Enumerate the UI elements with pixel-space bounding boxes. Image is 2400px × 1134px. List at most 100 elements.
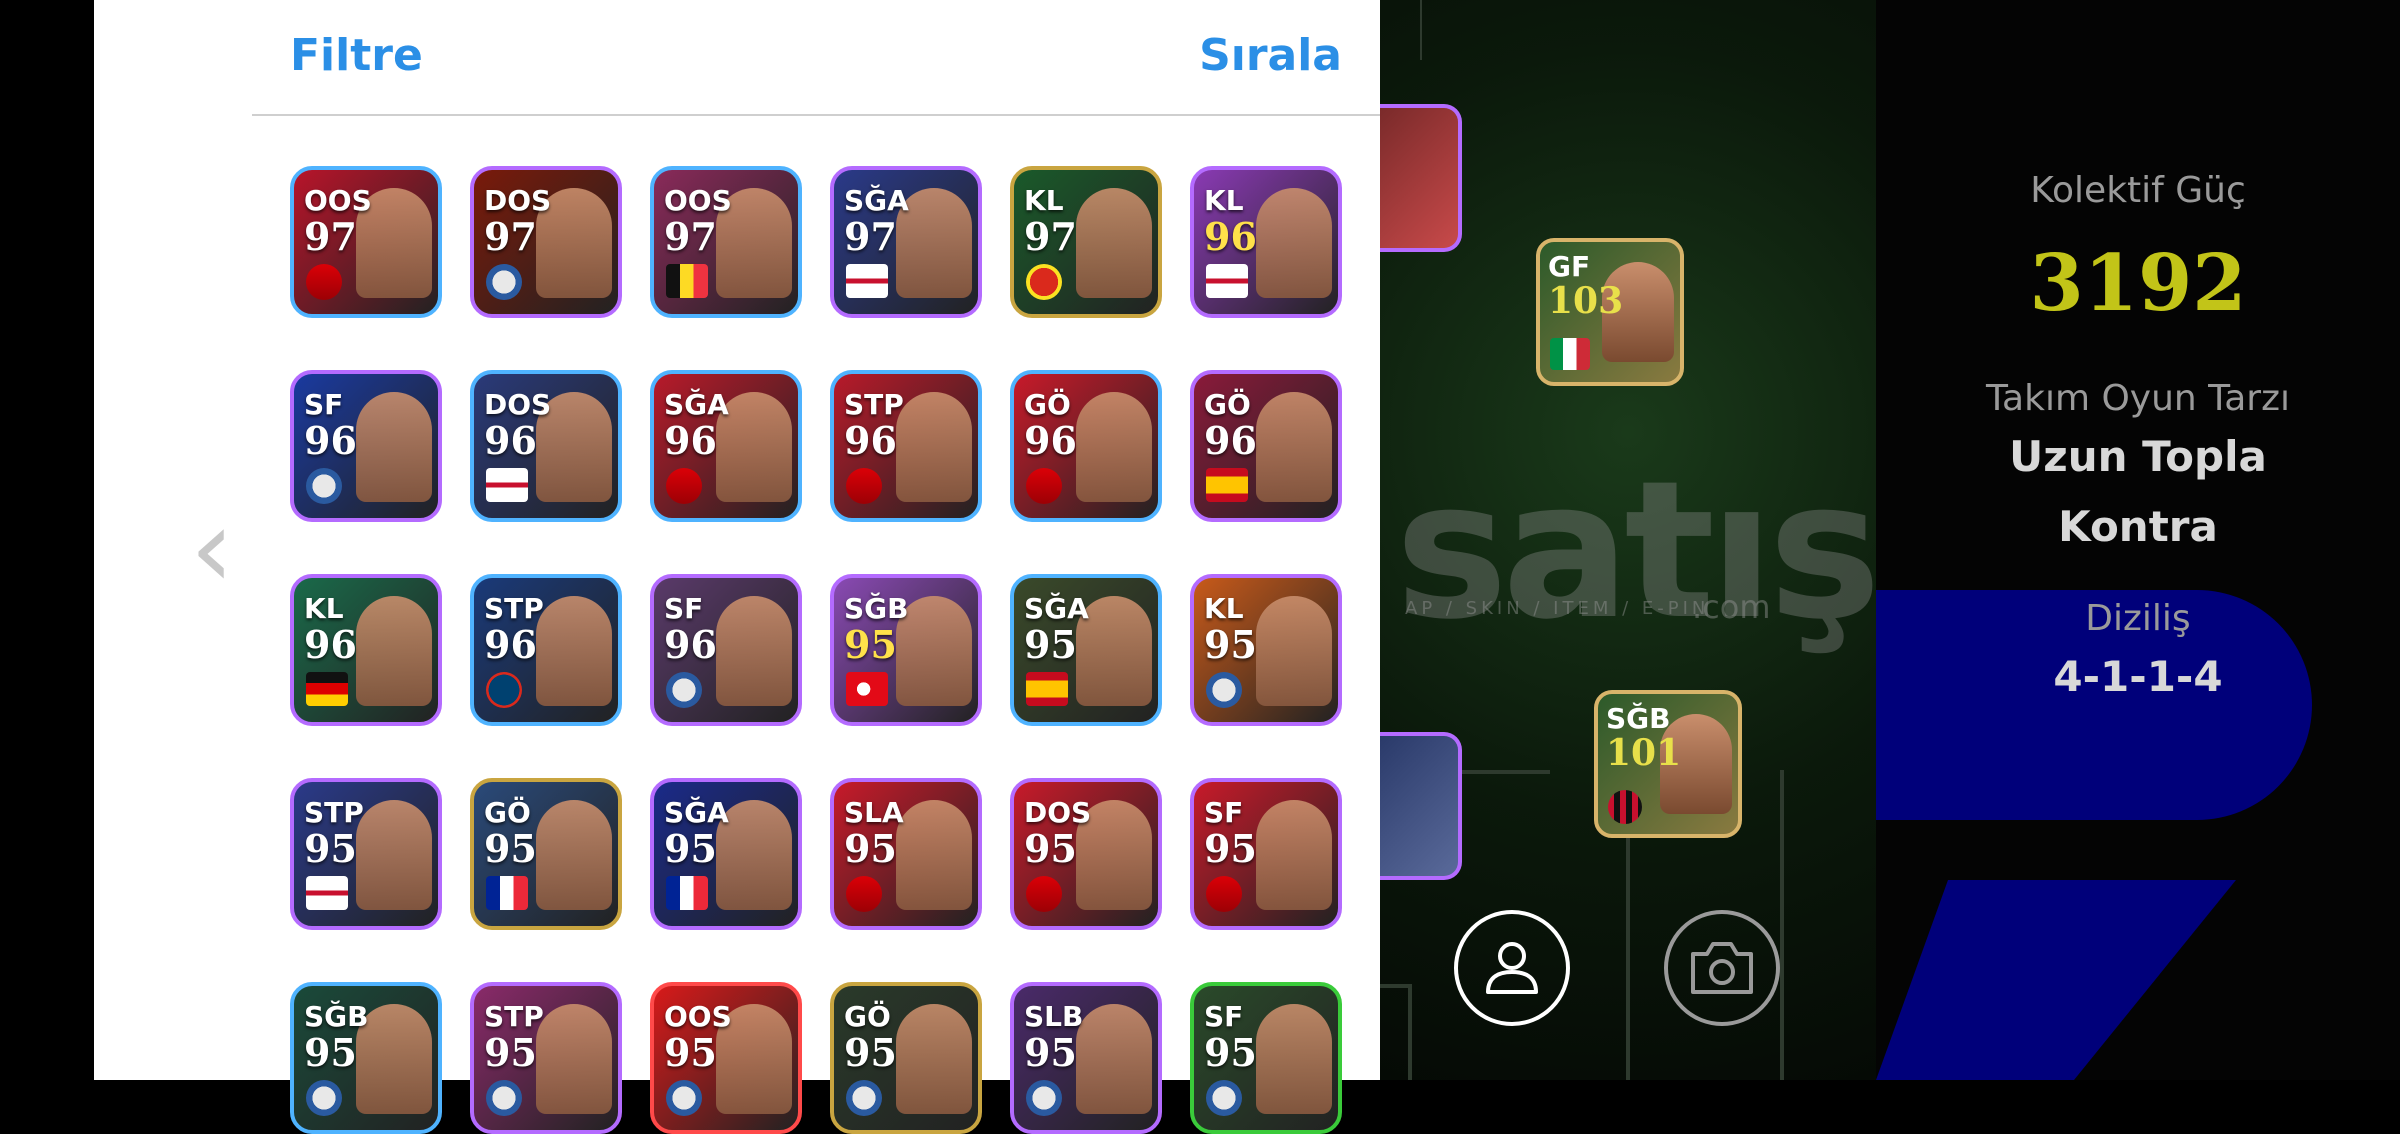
player-card[interactable]: OOS 97 xyxy=(650,166,802,318)
player-rating: 95 xyxy=(1204,622,1257,667)
player-position: KL xyxy=(1024,184,1064,217)
player-rating: 96 xyxy=(1204,214,1257,259)
player-card[interactable]: KL 95 xyxy=(1190,574,1342,726)
player-card[interactable]: STP 96 xyxy=(830,370,982,522)
player-card[interactable]: SF 95 xyxy=(1190,778,1342,930)
player-rating: 96 xyxy=(304,622,357,667)
player-card[interactable]: STP 96 xyxy=(470,574,622,726)
formation-value[interactable]: 4-1-1-4 xyxy=(1876,652,2400,701)
belgium-flag-icon xyxy=(666,264,708,298)
club-crest-icon xyxy=(486,264,522,300)
player-portrait xyxy=(536,596,612,706)
player-position: STP xyxy=(484,1000,544,1033)
player-rating: 95 xyxy=(484,826,537,871)
player-card[interactable]: SĞA 97 xyxy=(830,166,982,318)
player-portrait xyxy=(536,800,612,910)
player-position: SĞA xyxy=(844,184,909,217)
player-position: DOS xyxy=(484,184,552,217)
player-rating: 97 xyxy=(1024,214,1077,259)
player-card[interactable]: OOS 97 xyxy=(290,166,442,318)
player-portrait xyxy=(356,392,432,502)
player-card[interactable]: GÖ 95 xyxy=(470,778,622,930)
team-power-value: 3192 xyxy=(2029,238,2247,329)
player-card[interactable]: SĞA 96 xyxy=(650,370,802,522)
player-rating: 95 xyxy=(844,622,897,667)
club-crest-icon xyxy=(1026,1080,1062,1116)
player-card[interactable]: DOS 96 xyxy=(470,370,622,522)
field-player-card-partial[interactable] xyxy=(1380,104,1462,252)
player-position: SLB xyxy=(1024,1000,1084,1033)
player-card[interactable]: SF 96 xyxy=(290,370,442,522)
player-card[interactable]: KL 96 xyxy=(290,574,442,726)
player-position: SĞA xyxy=(664,796,729,829)
field-player-card-partial[interactable] xyxy=(1380,732,1462,880)
player-rating: 96 xyxy=(664,622,717,667)
player-position: STP xyxy=(304,796,364,829)
left-letterbox xyxy=(0,0,94,1080)
player-position: SĞA xyxy=(1024,592,1089,625)
england-flag-icon xyxy=(306,876,348,910)
manutd-crest-icon xyxy=(1026,264,1062,300)
italy-flag-icon xyxy=(1550,338,1590,370)
player-card[interactable]: GÖ 96 xyxy=(1190,370,1342,522)
player-card[interactable]: KL 96 xyxy=(1190,166,1342,318)
field-player-card[interactable]: SĞB 101 xyxy=(1594,690,1742,838)
player-rating: 96 xyxy=(844,418,897,463)
player-card[interactable]: SLA 95 xyxy=(830,778,982,930)
player-position: SF xyxy=(664,592,704,625)
player-card[interactable]: DOS 95 xyxy=(1010,778,1162,930)
watermark-domain: .com xyxy=(1692,588,1771,626)
player-position: OOS xyxy=(664,1000,732,1033)
person-icon xyxy=(1486,942,1538,994)
player-portrait xyxy=(1256,188,1332,298)
filter-button[interactable]: Filtre xyxy=(290,30,423,81)
england-flag-icon xyxy=(1206,264,1248,298)
player-rating: 101 xyxy=(1606,732,1682,774)
chevron-left-icon[interactable]: ‹ xyxy=(190,493,250,603)
player-portrait xyxy=(1256,392,1332,502)
arsenal-crest-icon xyxy=(846,468,882,504)
player-card[interactable]: SĞB 95 xyxy=(290,982,442,1134)
player-card[interactable]: GÖ 96 xyxy=(1010,370,1162,522)
arsenal-crest-icon xyxy=(1026,468,1062,504)
player-card[interactable]: STP 95 xyxy=(290,778,442,930)
player-position: SF xyxy=(1204,796,1244,829)
player-position: SF xyxy=(304,388,344,421)
player-card[interactable]: SF 96 xyxy=(650,574,802,726)
player-rating: 95 xyxy=(304,826,357,871)
player-card[interactable]: KL 97 xyxy=(1010,166,1162,318)
player-card[interactable]: DOS 97 xyxy=(470,166,622,318)
player-portrait xyxy=(1076,188,1152,298)
player-rating: 95 xyxy=(664,1030,717,1075)
club-crest-icon xyxy=(1206,1080,1242,1116)
player-card[interactable]: SLB 95 xyxy=(1010,982,1162,1134)
player-card[interactable]: OOS 95 xyxy=(650,982,802,1134)
player-rating: 95 xyxy=(844,1030,897,1075)
play-style-label: Takım Oyun Tarzı xyxy=(1986,378,2290,419)
arsenal-crest-icon xyxy=(1026,876,1062,912)
player-card[interactable]: GÖ 95 xyxy=(830,982,982,1134)
germany-flag-icon xyxy=(306,672,348,706)
player-position: KL xyxy=(304,592,344,625)
player-card[interactable]: SĞA 95 xyxy=(1010,574,1162,726)
watermark-subtext: AP / SKIN / ITEM / E-PIN xyxy=(1405,598,1710,619)
player-portrait xyxy=(356,596,432,706)
player-card[interactable]: STP 95 xyxy=(470,982,622,1134)
player-card[interactable]: SĞB 95 xyxy=(830,574,982,726)
player-position: OOS xyxy=(664,184,732,217)
camera-button[interactable] xyxy=(1664,910,1780,1026)
player-card[interactable]: SĞA 95 xyxy=(650,778,802,930)
player-rating: 95 xyxy=(1024,1030,1077,1075)
player-rating: 95 xyxy=(304,1030,357,1075)
france-flag-icon xyxy=(666,876,708,910)
club-crest-icon xyxy=(1206,672,1242,708)
formation-label: Diziliş xyxy=(2085,598,2191,639)
profile-button[interactable] xyxy=(1454,910,1570,1026)
field-player-card[interactable]: GF 103 xyxy=(1536,238,1684,386)
player-card[interactable]: SF 95 xyxy=(1190,982,1342,1134)
arsenal-crest-icon xyxy=(1206,876,1242,912)
sort-button[interactable]: Sırala xyxy=(1199,30,1342,81)
player-position: SĞB xyxy=(844,592,909,625)
player-portrait xyxy=(896,392,972,502)
player-rating: 97 xyxy=(844,214,897,259)
